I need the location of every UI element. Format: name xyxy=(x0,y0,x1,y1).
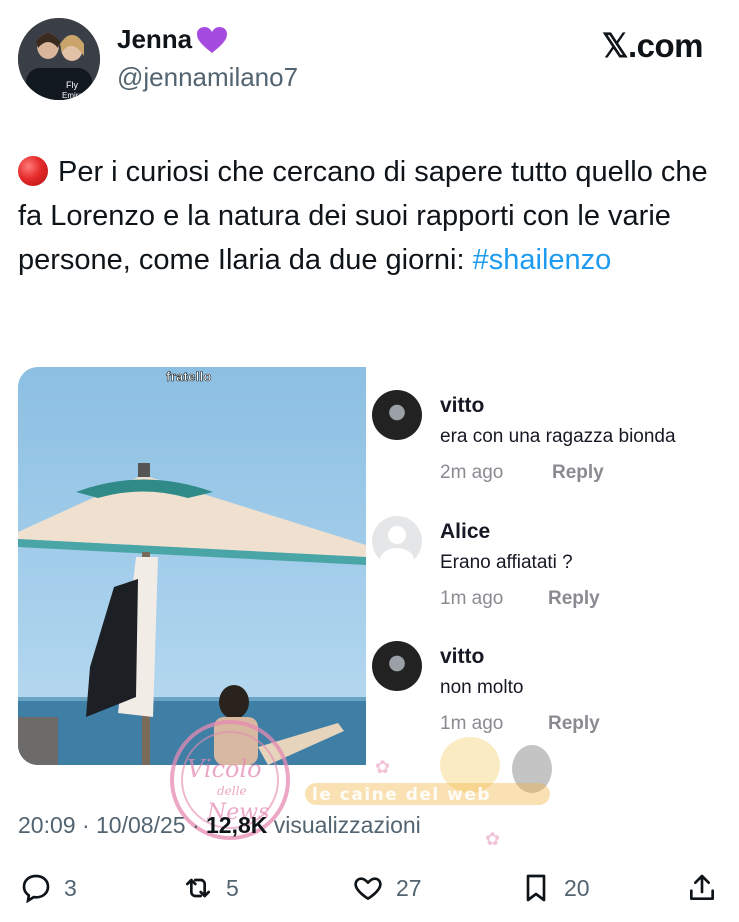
repost-count: 5 xyxy=(226,874,239,901)
display-name-text: Jenna xyxy=(117,24,193,54)
tweet-media-image[interactable]: fratello xyxy=(18,367,366,765)
svg-text:delle: delle xyxy=(217,784,247,798)
comment-text: Erano affiatati ? xyxy=(440,552,573,573)
beach-umbrella-illustration xyxy=(18,463,366,765)
commenter-avatar[interactable] xyxy=(372,641,422,691)
share-icon xyxy=(690,874,714,900)
comment-reply-button[interactable]: Reply xyxy=(552,462,604,484)
bookmark-count: 20 xyxy=(564,874,590,901)
tweet-time: 20:09 xyxy=(18,812,76,838)
commenter-name[interactable]: vitto xyxy=(440,394,484,418)
comment-time: 2m ago xyxy=(440,462,504,483)
repost-icon xyxy=(186,878,210,898)
red-circle-icon xyxy=(18,156,48,186)
comment-time: 1m ago xyxy=(440,713,504,734)
display-name[interactable]: Jenna xyxy=(117,24,228,55)
svg-text:Emirates: Emirates xyxy=(62,91,94,100)
commenter-avatar[interactable] xyxy=(372,390,422,440)
x-logo: 𝕏.com xyxy=(601,27,704,64)
purple-heart-icon xyxy=(196,26,228,54)
svg-text:✿: ✿ xyxy=(375,757,390,777)
like-button[interactable]: 27 xyxy=(352,872,422,904)
bookmark-button[interactable]: 20 xyxy=(520,872,590,904)
reply-count: 3 xyxy=(64,874,77,901)
repost-button[interactable]: 5 xyxy=(182,872,239,904)
svg-text:✿: ✿ xyxy=(485,829,500,849)
reply-button[interactable]: 3 xyxy=(20,872,77,904)
comment-text: non molto xyxy=(440,677,524,698)
bookmark-icon xyxy=(526,874,546,902)
views-label: visualizzazioni xyxy=(273,812,421,838)
comment-reply-button[interactable]: Reply xyxy=(548,588,600,610)
media-caption-label: fratello xyxy=(166,369,212,385)
svg-text:Fly: Fly xyxy=(66,80,78,90)
tweet-text: Per i curiosi che cercano di sapere tutt… xyxy=(18,150,718,282)
like-count: 27 xyxy=(396,874,422,901)
comment-time: 1m ago xyxy=(440,588,504,609)
share-button[interactable] xyxy=(686,872,718,904)
comment-item: vitto era con una ragazza bionda 2m ago … xyxy=(372,390,732,490)
hashtag-link[interactable]: #shailenzo xyxy=(473,244,612,276)
comment-text: era con una ragazza bionda xyxy=(440,426,676,447)
commenter-name[interactable]: Alice xyxy=(440,520,490,544)
meta-separator: · xyxy=(191,812,200,838)
heart-icon xyxy=(354,877,382,900)
comment-item: vitto non molto 1m ago Reply xyxy=(372,641,732,741)
commenter-name[interactable]: vitto xyxy=(440,645,484,669)
comment-item: Alice Erano affiatati ? 1m ago Reply xyxy=(372,516,732,616)
tweet-meta: 20:09 · 10/08/25 · 12,8K visualizzazioni xyxy=(18,812,421,839)
commenter-avatar-default-icon[interactable] xyxy=(372,516,422,566)
views-count: 12,8K xyxy=(206,812,268,838)
comment-reply-button[interactable]: Reply xyxy=(548,713,600,735)
meta-separator: · xyxy=(81,812,90,838)
tweet-date: 10/08/25 xyxy=(96,812,186,838)
svg-text:le caine del web: le caine del web xyxy=(312,785,491,805)
reply-icon xyxy=(22,874,50,904)
profile-avatar[interactable]: Fly Emirates xyxy=(18,18,100,100)
user-handle[interactable]: @jennamilano7 xyxy=(117,62,298,93)
